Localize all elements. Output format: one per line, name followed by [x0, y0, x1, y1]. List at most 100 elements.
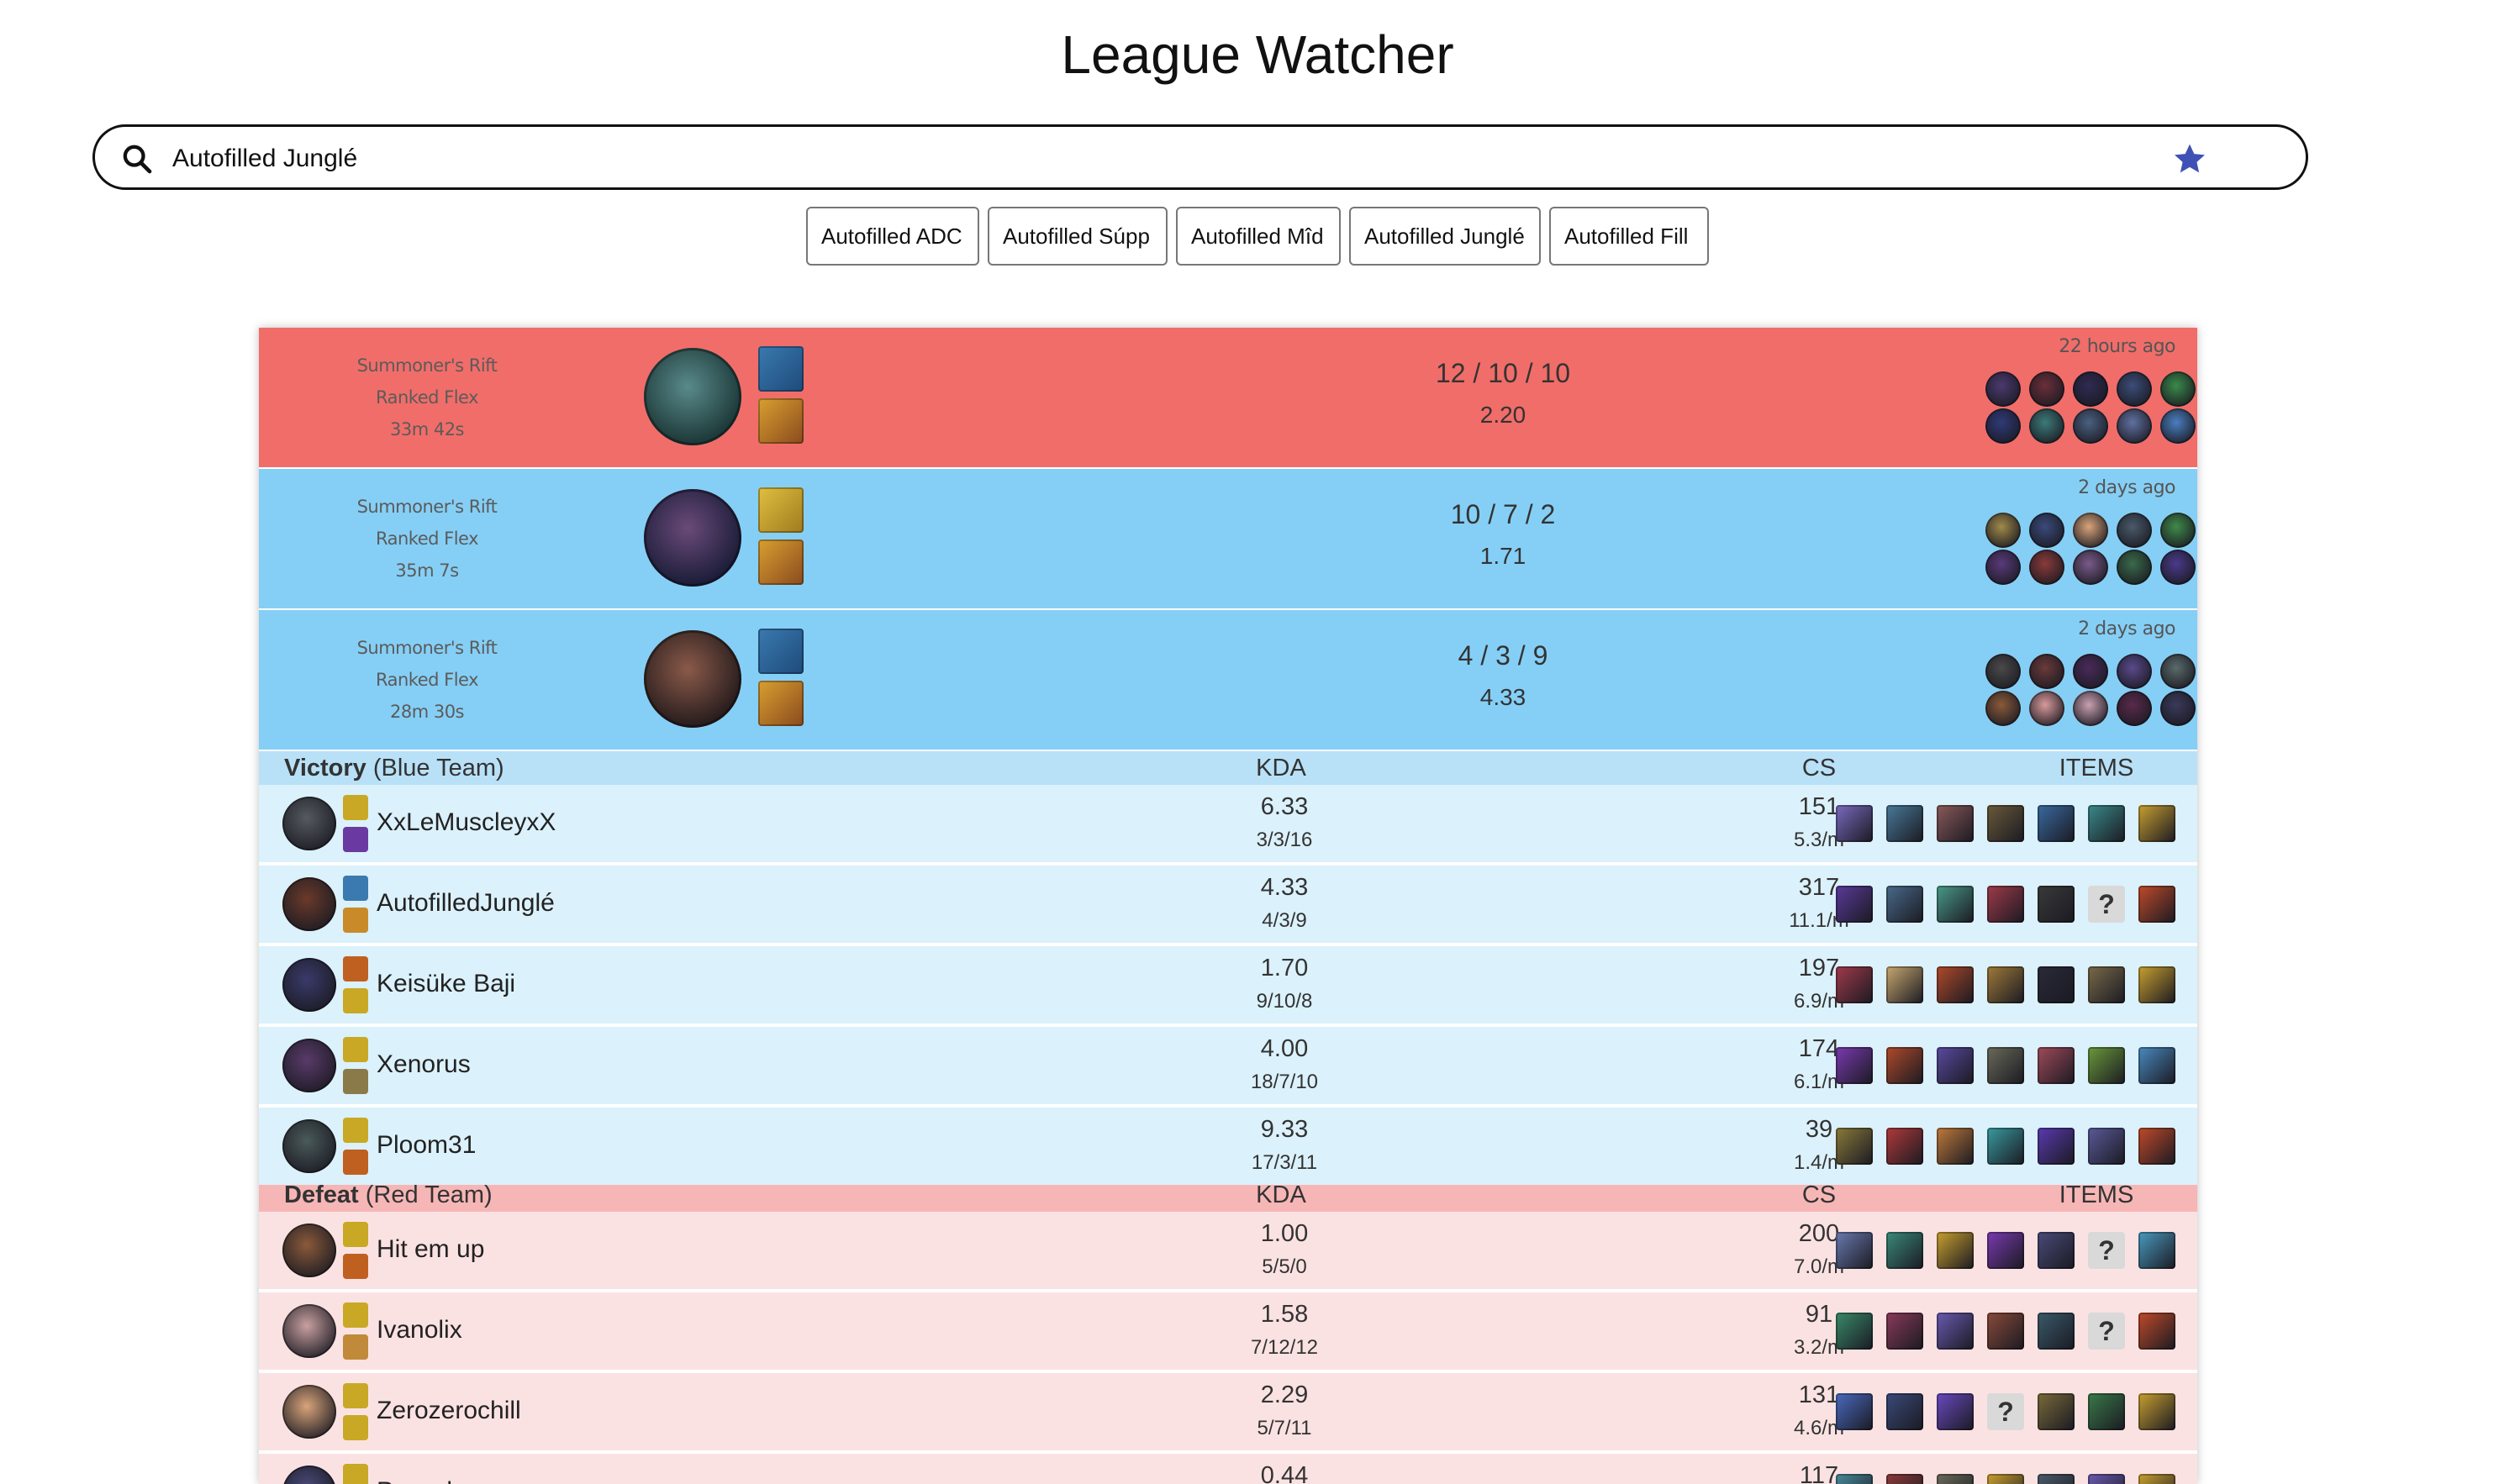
player-name[interactable]: Zerozerochill: [377, 1397, 521, 1425]
item-icon: [1886, 1128, 1923, 1165]
item-icon: [1937, 1393, 1974, 1430]
preset-button[interactable]: Autofilled Mîd: [1176, 207, 1341, 266]
participant-champion-icon: [2073, 654, 2108, 689]
preset-searches: Autofilled ADC Autofilled Súpp Autofille…: [0, 207, 2515, 267]
item-icon: [2138, 805, 2175, 842]
player-row[interactable]: Hit em up 1.00 5/5/0 200 7.0/m?: [259, 1212, 2197, 1289]
column-header-cs: CS: [1801, 755, 1837, 781]
match-queue: Ranked Flex: [375, 670, 479, 690]
summoner-spell-icon: [343, 1415, 368, 1440]
player-row[interactable]: Pescalope0.44117: [259, 1454, 2197, 1484]
summoner-spell-icon: [343, 876, 368, 901]
match-time-ago: 22 hours ago: [2059, 336, 2175, 357]
column-header-kda: KDA: [1256, 755, 1306, 781]
player-name[interactable]: AutofilledJunglé: [377, 889, 555, 918]
item-icon: [2088, 1047, 2125, 1084]
match-meta: Summoner's Rift Ranked Flex 33m 42s: [259, 350, 595, 445]
item-icon: [2038, 805, 2075, 842]
item-icon: [2038, 1232, 2075, 1269]
match-card[interactable]: Summoner's Rift Ranked Flex 28m 30s 4 / …: [259, 610, 2197, 750]
item-icon: [2038, 1474, 2075, 1484]
item-icon: [2088, 1128, 2125, 1165]
summoner-spell-icon: [343, 1222, 368, 1247]
item-icon: [2138, 1313, 2175, 1350]
player-kda-stats: 5/7/11: [1257, 1417, 1312, 1439]
match-meta: Summoner's Rift Ranked Flex 28m 30s: [259, 632, 595, 728]
match-card[interactable]: Summoner's Rift Ranked Flex 33m 42s 12 /…: [259, 328, 2197, 467]
summoner-spell-icon: [343, 1254, 368, 1279]
summoner-spell-icon: [758, 539, 804, 585]
column-header-items: ITEMS: [2059, 755, 2134, 781]
player-kda-stats: 3/3/16: [1256, 829, 1313, 851]
participant-champion-icon: [2117, 654, 2152, 689]
summoner-spell-icon: [758, 681, 804, 726]
participant-champion-icon: [2160, 371, 2196, 407]
item-icon: [2138, 1393, 2175, 1430]
match-kda-ratio: 1.71: [1479, 543, 1526, 569]
player-name[interactable]: Ivanolix: [377, 1316, 462, 1345]
item-icon: [1987, 1313, 2024, 1350]
player-row[interactable]: Xenorus 4.00 18/7/10 174 6.1/m: [259, 1027, 2197, 1104]
player-name[interactable]: Keisüke Baji: [377, 970, 515, 998]
summoner-spell-icon: [758, 487, 804, 533]
star-icon[interactable]: [2171, 140, 2208, 177]
summoner-spell-icon: [343, 795, 368, 820]
item-icon: [2038, 966, 2075, 1003]
player-items: [1836, 805, 2175, 844]
preset-button[interactable]: Autofilled Fill: [1549, 207, 1709, 266]
player-kda-stats: 17/3/11: [1251, 1151, 1318, 1174]
player-champion-icon: [282, 877, 336, 931]
player-kda-ratio: 0.44: [1260, 1462, 1309, 1484]
participant-champion-icon: [2073, 408, 2108, 444]
item-icon: [2088, 966, 2125, 1003]
summoner-spell-icon: [758, 398, 804, 444]
player-name[interactable]: Hit em up: [377, 1235, 484, 1264]
match-queue: Ranked Flex: [375, 387, 479, 408]
item-icon: [1937, 1047, 1974, 1084]
participant-champion-icon: [2160, 408, 2196, 444]
player-row[interactable]: XxLeMuscleyxX 6.33 3/3/16 151 5.3/m: [259, 785, 2197, 862]
match-duration: 33m 42s: [389, 419, 465, 439]
summoner-spell-icon: [758, 346, 804, 392]
champion-portrait: [644, 348, 741, 445]
player-name[interactable]: Ploom31: [377, 1131, 476, 1160]
match-map: Summoner's Rift: [356, 638, 498, 658]
match-kda: 10 / 7 / 2: [1450, 499, 1556, 529]
team-name: (Blue Team): [372, 755, 504, 781]
participant-champion-icon: [2073, 550, 2108, 585]
player-row[interactable]: Keisüke Baji 1.70 9/10/8 197 6.9/m: [259, 946, 2197, 1024]
item-icon: [2138, 1128, 2175, 1165]
search-input[interactable]: [171, 135, 2191, 182]
item-icon: [2138, 886, 2175, 923]
champion-portrait: [644, 630, 741, 728]
summoner-spell-icon: [343, 1334, 368, 1360]
item-icon: [1937, 1313, 1974, 1350]
team-result-word: Victory: [284, 755, 366, 781]
summoner-spell-icon: [343, 1069, 368, 1094]
participant-champion-icon: [2029, 691, 2064, 726]
match-card[interactable]: Summoner's Rift Ranked Flex 35m 7s 10 / …: [259, 469, 2197, 608]
item-icon: [1886, 1313, 1923, 1350]
match-time-ago: 2 days ago: [2078, 477, 2175, 498]
player-kda-ratio: 4.00: [1260, 1035, 1309, 1062]
player-row[interactable]: Ploom31 9.33 17/3/11 39 1.4/m: [259, 1108, 2197, 1185]
preset-button[interactable]: Autofilled Junglé: [1349, 207, 1541, 266]
player-row[interactable]: Ivanolix 1.58 7/12/12 91 3.2/m?: [259, 1292, 2197, 1370]
participant-champion-icon: [2117, 550, 2152, 585]
summoner-spell-icon: [758, 629, 804, 674]
team-name: (Red Team): [365, 1181, 493, 1208]
item-icon: [1836, 1047, 1873, 1084]
player-name[interactable]: Pescalope: [377, 1477, 494, 1484]
player-name[interactable]: Xenorus: [377, 1050, 471, 1079]
item-icon: [1886, 1474, 1923, 1484]
player-row[interactable]: AutofilledJunglé 4.33 4/3/9 317 11.1/m?: [259, 866, 2197, 943]
preset-button[interactable]: Autofilled ADC: [806, 207, 979, 266]
item-icon: [1836, 1128, 1873, 1165]
player-name[interactable]: XxLeMuscleyxX: [377, 808, 556, 837]
search-bar[interactable]: [92, 124, 2308, 190]
preset-button[interactable]: Autofilled Súpp: [988, 207, 1168, 266]
participant-champion-icon: [2117, 408, 2152, 444]
player-row[interactable]: Zerozerochill 2.29 5/7/11 131 4.6/m?: [259, 1373, 2197, 1450]
empty-item-icon: ?: [2088, 1313, 2125, 1350]
summoner-spell-icon: [343, 1464, 368, 1484]
